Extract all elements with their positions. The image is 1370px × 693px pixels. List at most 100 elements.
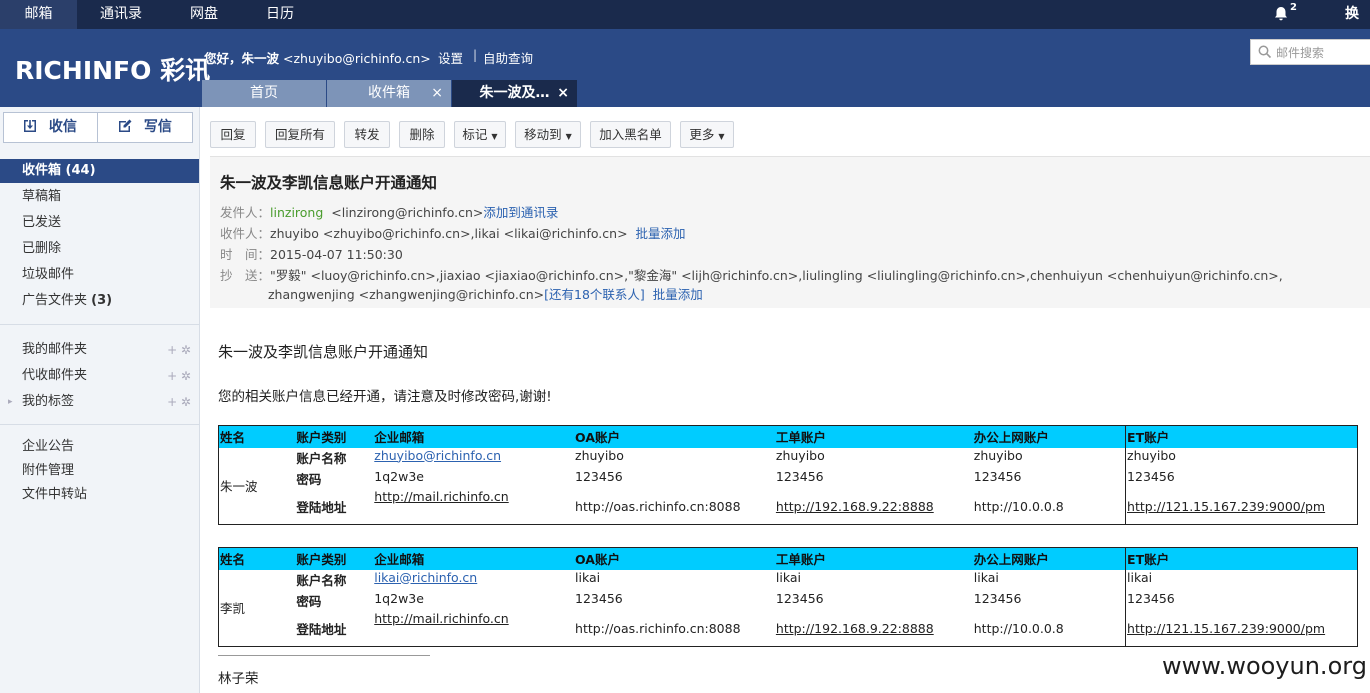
mail-account-link[interactable]: likai@richinfo.cn [373,570,574,591]
folder-drafts[interactable]: 草稿箱 [0,185,199,209]
add-contact-link[interactable]: 添加到通讯录 [483,205,558,220]
reply-all-button[interactable]: 回复所有 [265,121,335,148]
col-mail: 企业邮箱 [373,425,575,448]
tool-file-transfer[interactable]: 文件中转站 [0,483,199,507]
cell: 123456 [775,468,824,484]
tab-current-mail-close-icon[interactable]: × [557,80,569,107]
group-pop-folders[interactable]: 代收邮件夹 + ✲ [0,364,199,388]
col-name: 姓名 [218,547,296,570]
my-tags-add-settings-icon[interactable]: + ✲ [167,390,191,414]
folder-deleted[interactable]: 已删除 [0,237,199,261]
nav-calendar[interactable]: 日历 [266,0,294,29]
tab-current-mail-label: 朱一波及… [479,85,550,101]
tab-current-mail[interactable]: 朱一波及… × [452,80,577,107]
row-label-login-url: 登陆地址 [296,499,347,515]
group-my-folders[interactable]: 我的邮件夹 + ✲ [0,338,199,362]
col-et: ET账户 [1125,547,1358,570]
tab-inbox-close-icon[interactable]: × [431,80,443,107]
greeting-prefix: 您好， [204,51,242,66]
forward-button[interactable]: 转发 [344,121,390,148]
mail-url-link[interactable]: http://mail.richinfo.cn [373,611,574,647]
notification-bell-icon[interactable] [1273,0,1289,29]
delete-button[interactable]: 删除 [399,121,445,148]
cell: zhuyibo [575,447,624,463]
cell: http://10.0.0.8 [973,498,1064,514]
et-url-link[interactable]: http://121.15.167.239:9000/pm [1125,610,1358,647]
notification-count: 2 [1290,2,1297,13]
folder-ads-label: 广告文件夹 [22,293,88,308]
expand-arrow-icon[interactable]: ▸ [8,390,13,414]
mark-dropdown[interactable]: 标记 ▼ [454,121,506,148]
person-name: 李凯 [220,601,246,617]
compose-button[interactable]: 写信 [99,113,193,142]
tab-home-label: 首页 [250,85,278,101]
table-row: 密码 1q2w3e 123456 123456 123456 123456 [219,590,1358,611]
folder-sent[interactable]: 已发送 [0,211,199,235]
search-icon [1258,45,1272,59]
body-title: 朱一波及李凯信息账户开通通知 [218,343,429,361]
col-et: ET账户 [1125,425,1358,448]
settings-link[interactable]: 设置 [438,48,463,67]
person-name: 朱一波 [220,479,258,495]
et-url-link[interactable]: http://121.15.167.239:9000/pm [1125,488,1358,525]
nav-switch-skin[interactable]: 换肤 [1345,0,1370,51]
nav-mail[interactable]: 邮箱 [0,0,77,29]
table-row: 朱一波 账户名称 zhuyibo@richinfo.cn zhuyibo zhu… [219,447,1358,494]
workorder-url-link[interactable]: http://192.168.9.22:8888 [775,489,973,525]
cell: http://oas.richinfo.cn:8088 [575,620,741,636]
mail-account-link[interactable]: zhuyibo@richinfo.cn [373,448,574,469]
mail-subject: 朱一波及李凯信息账户开通通知 [220,174,438,192]
table-row: 密码 1q2w3e 123456 123456 123456 123456 [219,468,1358,489]
move-to-label: 移动到 [524,127,562,142]
blacklist-button[interactable]: 加入黑名单 [590,121,671,148]
watermark: www.wooyun.org [1160,649,1370,683]
row-label-password: 密码 [296,593,322,609]
chevron-down-icon: ▼ [718,132,725,141]
table-row: 登陆地址 http://mail.richinfo.cn http://oas.… [219,610,1358,647]
my-folders-add-settings-icon[interactable]: + ✲ [167,338,191,362]
search-box[interactable]: 邮件搜索 [1250,39,1370,65]
to-label: 收件人： [220,226,271,241]
nav-contacts[interactable]: 通讯录 [100,0,142,29]
folder-ads[interactable]: 广告文件夹 (3) [0,289,199,313]
cell: 123456 [575,468,623,484]
folder-inbox[interactable]: 收件箱 (44) [0,159,199,183]
to-batch-add-link[interactable]: 批量添加 [636,226,686,241]
group-my-tags[interactable]: ▸ 我的标签 + ✲ [0,390,199,414]
self-query-link[interactable]: 自助查询 [483,48,533,67]
col-oa: OA账户 [574,547,775,570]
reply-button[interactable]: 回复 [210,121,256,148]
tab-inbox-label: 收件箱 [368,85,410,101]
cell: zhuyibo [1125,447,1358,469]
cell: likai [1125,569,1358,591]
cell: 1q2w3e [374,468,424,484]
receive-button[interactable]: 收信 [4,113,98,142]
row-label-password: 密码 [296,471,322,487]
tool-attachments[interactable]: 附件管理 [0,459,199,483]
tool-announcements[interactable]: 企业公告 [0,435,199,459]
cc-batch-add-link[interactable]: 批量添加 [653,287,703,302]
folder-spam[interactable]: 垃圾邮件 [0,263,199,287]
col-workorder: 工单账户 [774,425,973,448]
more-dropdown[interactable]: 更多 ▼ [680,121,734,148]
cc-more-link[interactable]: [还有18个联系人] [544,287,645,302]
cell: likai [775,569,801,585]
table-row: 登陆地址 http://mail.richinfo.cn http://oas.… [219,488,1358,525]
mail-header: 朱一波及李凯信息账户开通通知 发件人：linzirong <linzirong@… [210,156,1370,308]
pop-folders-add-settings-icon[interactable]: + ✲ [167,364,191,388]
from-name[interactable]: linzirong [270,205,323,220]
greeting-email: <zhuyibo@richinfo.cn> [283,51,431,66]
nav-disk[interactable]: 网盘 [190,0,218,29]
move-to-dropdown[interactable]: 移动到 ▼ [515,121,581,148]
row-label-account: 账户名称 [296,450,347,466]
cc-label: 抄 送： [220,268,271,283]
tab-inbox[interactable]: 收件箱 × [327,80,451,107]
mark-label: 标记 [462,127,488,142]
tab-home[interactable]: 首页 [202,80,326,107]
col-type: 账户类别 [295,425,374,448]
account-table-1: 姓名 账户类别 企业邮箱 OA账户 工单账户 办公上网账户 ET账户 朱一波 账… [218,425,1358,525]
time-label: 时 间： [220,247,271,262]
cc-row: 抄 送："罗毅" <luoy@richinfo.cn>,jiaxiao <jia… [220,265,1283,284]
workorder-url-link[interactable]: http://192.168.9.22:8888 [775,611,973,647]
mail-url-link[interactable]: http://mail.richinfo.cn [373,489,574,525]
